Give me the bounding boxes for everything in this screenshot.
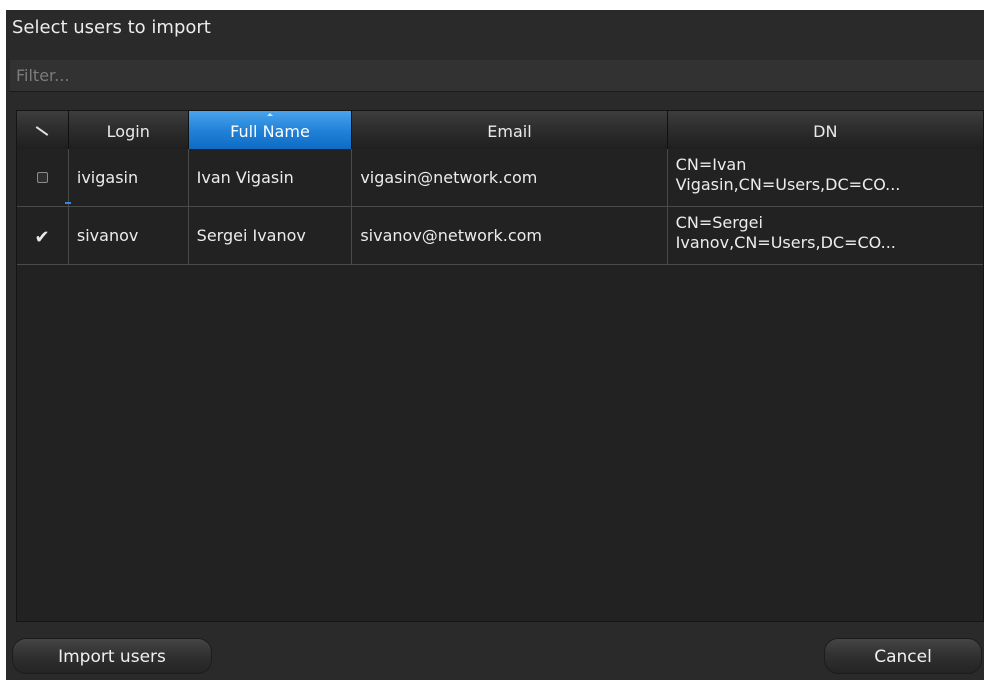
cancel-button[interactable]: Cancel <box>824 638 982 674</box>
table-row[interactable]: ✔ sivanov Sergei Ivanov sivanov@network.… <box>17 207 983 265</box>
row-checkbox[interactable] <box>36 172 48 183</box>
table-row[interactable]: ivigasin Ivan Vigasin vigasin@network.co… <box>17 149 983 207</box>
row-checkbox-cell[interactable]: ✔ <box>17 207 69 264</box>
select-all-icon[interactable] <box>36 125 49 136</box>
dialog-title: Select users to import <box>12 17 211 38</box>
column-header-login[interactable]: Login <box>68 111 189 149</box>
login-cell: ivigasin <box>69 149 189 206</box>
column-header-dn[interactable]: DN <box>667 111 983 149</box>
dn-line: Vigasin,CN=Users,DC=CO... <box>675 175 901 194</box>
dn-line: CN=Sergei <box>675 213 763 232</box>
row-checkbox-checked[interactable]: ✔ <box>34 228 50 246</box>
dn-line: CN=Ivan <box>675 155 747 174</box>
dn-cell: CN=Ivan Vigasin,CN=Users,DC=CO... <box>668 149 983 206</box>
column-header-full-name[interactable]: Full Name <box>188 111 353 149</box>
table-header: Login Full Name Email DN <box>17 111 983 149</box>
full-name-cell: Sergei Ivanov <box>189 207 353 264</box>
filter-field[interactable] <box>10 60 984 92</box>
email-cell: vigasin@network.com <box>352 149 668 206</box>
focus-indicator <box>65 202 71 204</box>
select-all-header[interactable] <box>17 111 69 149</box>
users-table: Login Full Name Email DN ivigasin Ivan V… <box>16 110 984 622</box>
import-users-dialog: Select users to import Login Full Name E… <box>6 10 984 680</box>
dn-cell: CN=Sergei Ivanov,CN=Users,DC=CO... <box>668 207 983 264</box>
login-cell: sivanov <box>69 207 189 264</box>
column-header-email[interactable]: Email <box>352 111 668 149</box>
check-icon: ✔ <box>34 226 50 248</box>
dn-line: Ivanov,CN=Users,DC=CO... <box>675 233 896 252</box>
row-checkbox-cell[interactable] <box>17 149 69 206</box>
full-name-cell: Ivan Vigasin <box>189 149 353 206</box>
email-cell: sivanov@network.com <box>352 207 668 264</box>
import-users-button[interactable]: Import users <box>12 638 212 674</box>
filter-input[interactable] <box>10 60 984 91</box>
